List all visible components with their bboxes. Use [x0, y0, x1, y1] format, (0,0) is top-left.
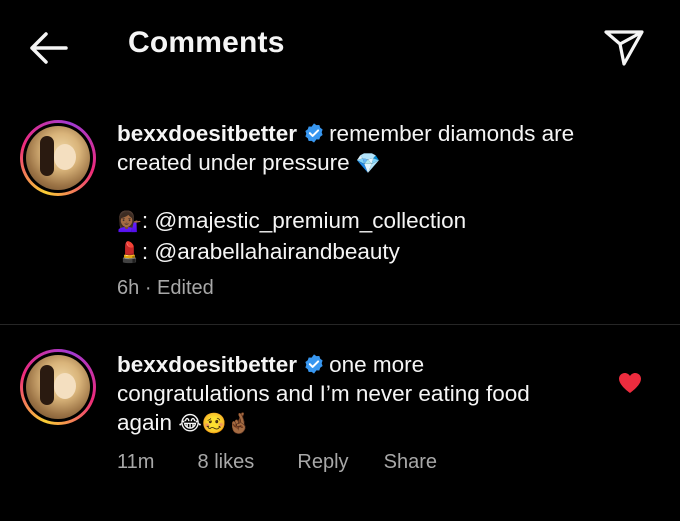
divider — [0, 324, 680, 325]
share-button[interactable] — [600, 22, 648, 70]
comment-emojis: 😂🥴🤞🏾 — [178, 413, 252, 435]
like-button[interactable] — [618, 372, 642, 394]
comment-username[interactable]: bexxdoesitbetter — [117, 352, 297, 377]
avatar-image — [26, 355, 90, 419]
share-comment-button[interactable]: Share — [384, 451, 437, 473]
comment-text: bexxdoesitbetter one more congratulations… — [117, 350, 587, 439]
avatar-image — [26, 126, 90, 190]
credit2-emoji: 💄 — [117, 242, 142, 264]
comment-line2: congratulations and I’m never eating foo… — [117, 381, 530, 406]
likes-count[interactable]: 8 likes — [198, 451, 255, 473]
caption-username[interactable]: bexxdoesitbetter — [117, 121, 297, 146]
edited-label: Edited — [157, 277, 214, 299]
avatar-ring-inner — [23, 123, 93, 193]
caption-meta: 6h · Edited — [117, 277, 214, 300]
credit2-mention[interactable]: : @arabellahairandbeauty — [142, 239, 400, 264]
avatar[interactable] — [20, 120, 96, 196]
comment-time: 11m — [117, 451, 155, 473]
header-bar: Comments — [0, 0, 680, 95]
caption-line1: remember diamonds are — [329, 121, 575, 146]
avatar-ring-inner — [23, 352, 93, 422]
paper-plane-icon — [604, 30, 644, 66]
credit1-emoji: 💁🏾‍♀️ — [117, 211, 142, 233]
verified-badge-icon — [305, 123, 323, 143]
comment-line1: one more — [329, 352, 425, 377]
diamond-emoji: 💎 — [355, 153, 381, 175]
page-title: Comments — [128, 26, 285, 59]
back-button[interactable] — [24, 28, 72, 68]
avatar[interactable] — [20, 349, 96, 425]
arrow-left-icon — [30, 32, 68, 64]
heart-filled-icon — [619, 373, 641, 393]
verified-badge-icon — [305, 354, 323, 374]
caption-line2: created under pressure — [117, 150, 350, 175]
comment-meta: 11m 8 likes Reply Share — [117, 451, 437, 474]
caption-time: 6h — [117, 277, 140, 299]
credit1-mention[interactable]: : @majestic_premium_collection — [142, 208, 466, 233]
comment-line3: again — [117, 410, 173, 435]
meta-separator: · — [144, 277, 152, 299]
caption-text: bexxdoesitbetter remember diamonds are cr… — [117, 119, 587, 268]
reply-button[interactable]: Reply — [297, 451, 348, 473]
